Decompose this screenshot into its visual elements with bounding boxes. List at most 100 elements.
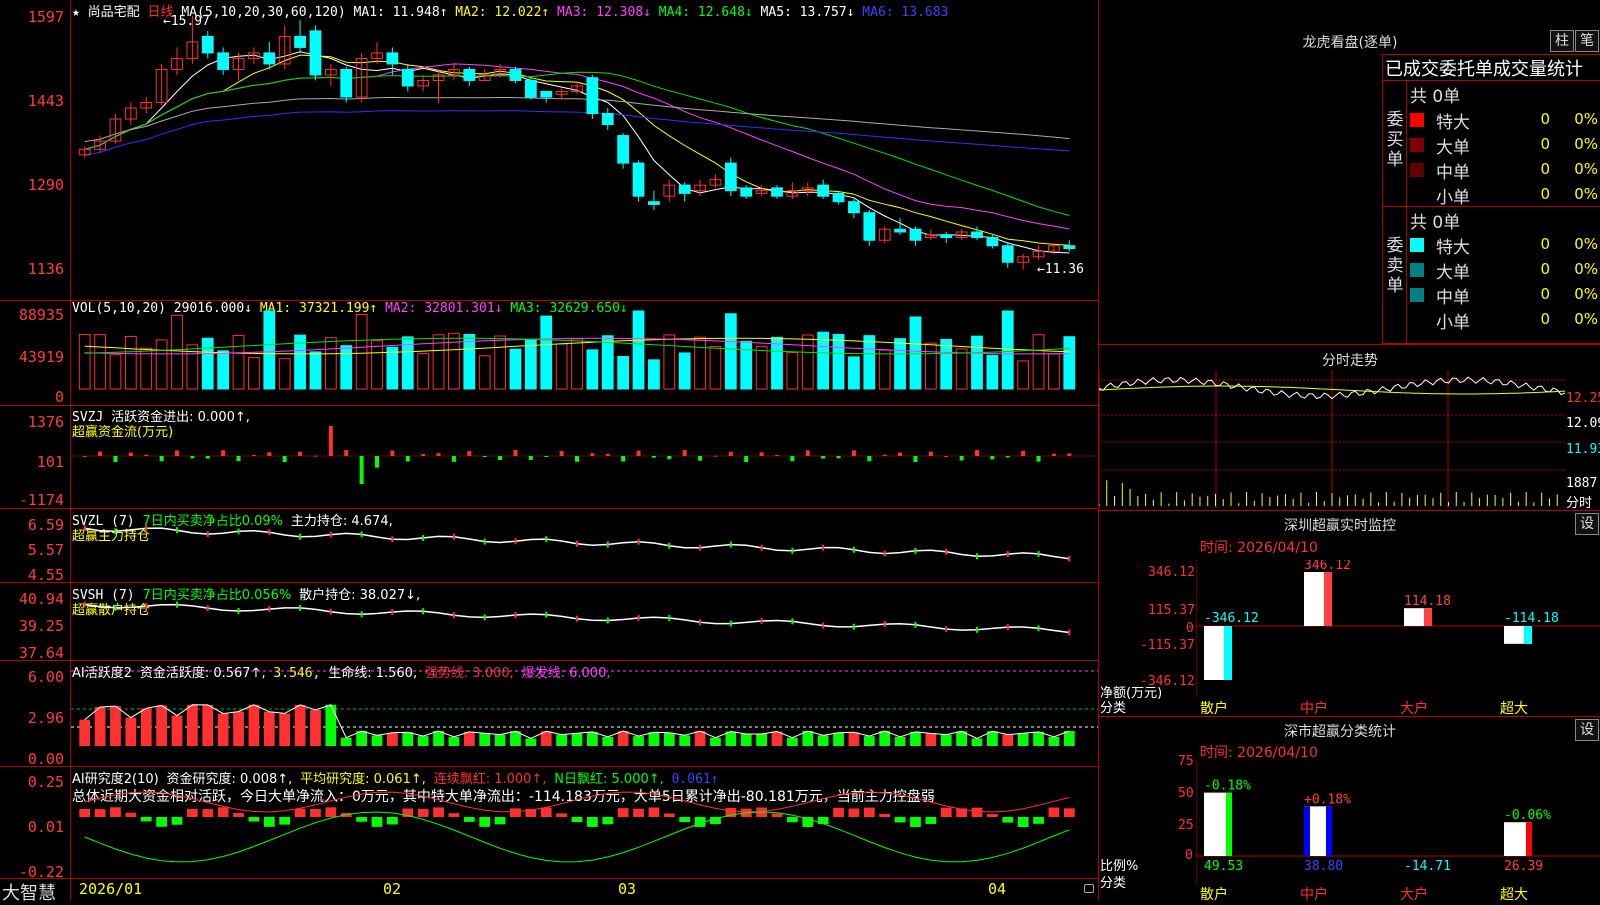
research-bar — [940, 807, 952, 817]
pen-view-button[interactable]: 笔 — [1575, 30, 1599, 52]
sz-tick-1: 346.12 — [1148, 565, 1195, 580]
volume-bar — [109, 354, 122, 390]
volume-bar — [601, 335, 614, 390]
activity-bar — [202, 704, 214, 746]
sell-l-pct: 0% — [1574, 260, 1598, 278]
sz-bar-label: 114.18 — [1404, 594, 1451, 609]
buy-l-swatch — [1410, 138, 1424, 152]
sm-bar-label: +0.18% — [1304, 792, 1351, 807]
research-bar — [479, 817, 491, 827]
activity-bar — [571, 733, 583, 746]
research-bar — [663, 813, 675, 817]
svzj-bar — [805, 450, 810, 456]
sm-bar-chart[interactable]: -0.18% 49.53 +0.18% 38.80 -14.71 -0.06% 26.39 — [1196, 760, 1600, 884]
sell-xl-swatch — [1410, 238, 1424, 252]
activity-bar — [1048, 736, 1060, 746]
sz-xlabel: 分类 — [1100, 701, 1127, 716]
research-bar — [1048, 807, 1060, 817]
svzj-bar — [282, 456, 287, 462]
volume-bar — [248, 357, 260, 390]
candle-body — [463, 68, 476, 81]
stats-divider-v — [1406, 80, 1407, 344]
research-bar — [202, 809, 214, 817]
svzj-bar — [790, 456, 795, 462]
ai1-tick-3: 0.00 — [27, 750, 64, 768]
dragon-tiger-title: 龙虎看盘(逐单) — [1302, 35, 1398, 51]
svzj-bar — [113, 456, 118, 462]
activity-bar — [710, 737, 721, 746]
lock-icon[interactable] — [1084, 884, 1094, 893]
volume-bar — [740, 340, 753, 390]
candle-body — [1063, 245, 1076, 250]
svzj-bar — [313, 455, 318, 457]
research-bar — [602, 817, 614, 825]
research-bar — [556, 813, 567, 817]
research-bar — [387, 817, 398, 825]
sz-bar-edge — [1224, 626, 1232, 680]
activity-bar — [125, 717, 137, 746]
svzj-bar — [913, 456, 918, 462]
research-bar — [617, 808, 629, 817]
svzj-bar — [928, 451, 933, 456]
svzj-bar — [159, 456, 164, 462]
svzj-bar — [544, 456, 549, 457]
svzj-bar — [636, 450, 641, 456]
ai-activity-chart[interactable] — [71, 661, 1098, 766]
research-bar — [325, 807, 337, 817]
bar-view-button[interactable]: 柱 — [1550, 30, 1574, 52]
price-chart[interactable] — [71, 0, 1098, 300]
research-bar — [371, 817, 383, 827]
volume-bar — [124, 335, 137, 390]
research-bar — [79, 809, 91, 817]
candle-body — [401, 68, 414, 87]
svzj-bar — [744, 456, 749, 462]
sz-settings-button[interactable]: 设 — [1575, 513, 1599, 535]
activity-bar — [971, 738, 983, 746]
ai-research-chart[interactable] — [71, 767, 1098, 878]
activity-bar — [402, 732, 414, 746]
svzj-bar — [775, 454, 779, 456]
activity-bar — [817, 735, 829, 746]
candle-body — [632, 162, 645, 197]
svzj-bar — [298, 451, 303, 456]
sz-bar-label: -114.18 — [1504, 611, 1559, 626]
volume-bar — [586, 349, 599, 390]
low-price-marker: ←11.36 — [1037, 262, 1084, 277]
svsh-chart[interactable] — [71, 583, 1098, 660]
volume-bar — [540, 315, 553, 390]
candle-body — [309, 30, 322, 76]
ai2-tick-2: 0.01 — [27, 818, 64, 836]
svzj-bar — [1036, 456, 1041, 462]
volume-chart[interactable] — [71, 301, 1098, 405]
research-bar — [987, 813, 998, 817]
activity-bar — [294, 704, 306, 746]
sm-cat-large: 大户 — [1400, 887, 1428, 903]
svzj-bar — [759, 452, 764, 456]
svzj-chart[interactable] — [71, 406, 1098, 508]
activity-bar — [525, 738, 537, 746]
sm-top-line — [1098, 716, 1600, 717]
intraday-tick-1: 12.25 — [1566, 391, 1600, 406]
volume-bar — [709, 346, 722, 390]
intraday-chart[interactable] — [1099, 370, 1565, 508]
volume-bar — [417, 353, 430, 390]
activity-bar — [371, 735, 383, 746]
svzj-tick-2: 101 — [36, 453, 64, 471]
activity-bar — [387, 732, 398, 746]
sm-settings-button[interactable]: 设 — [1575, 719, 1599, 741]
svzj-bar — [82, 456, 87, 457]
volume-bar — [355, 314, 368, 390]
sell-total: 共 0单 — [1410, 213, 1461, 233]
sz-bar-chart[interactable]: -346.12 346.12 114.18 -114.18 — [1196, 560, 1600, 698]
research-bar — [848, 808, 860, 817]
volume-bar — [971, 335, 983, 390]
volume-bar — [494, 335, 506, 390]
volume-bar — [509, 348, 522, 390]
price-tick-1: 1597 — [27, 8, 64, 26]
volume-bar — [1001, 310, 1014, 390]
activity-bar — [263, 711, 275, 746]
svzj-bar — [405, 456, 410, 462]
svzl-chart[interactable] — [71, 509, 1098, 582]
sz-time: 时间: 2026/04/10 — [1200, 540, 1318, 556]
ai1-tick-1: 6.00 — [27, 668, 64, 686]
